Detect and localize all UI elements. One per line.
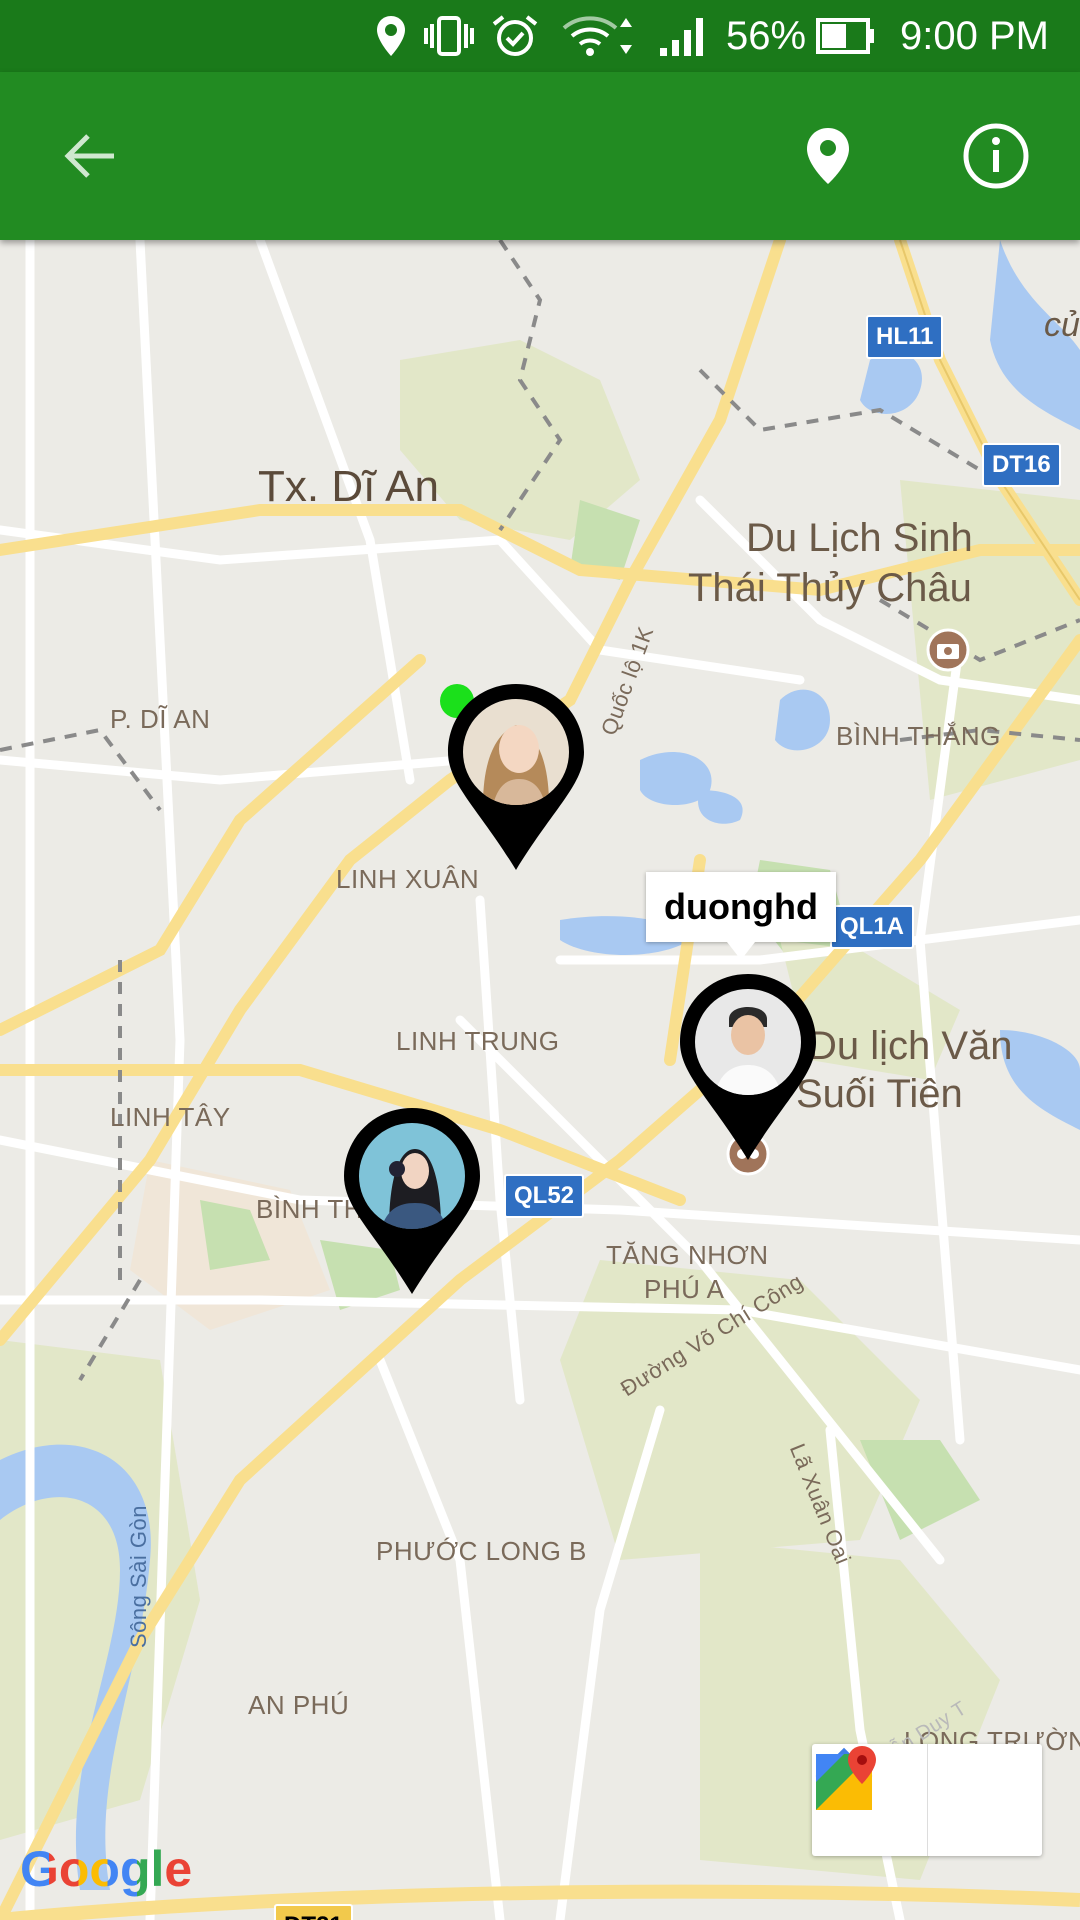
user-marker-1[interactable] (446, 682, 586, 872)
app-bar (0, 72, 1080, 240)
label-tang-nhon-2: PHÚ A (644, 1274, 725, 1304)
battery-icon (816, 18, 874, 54)
open-google-maps-button[interactable] (816, 1744, 1043, 1856)
marker-info-window[interactable]: duonghd (646, 872, 836, 960)
label-linh-trung: LINH TRUNG (396, 1026, 560, 1056)
map-view[interactable]: Tx. Dĩ An Du Lịch Sinh Thái Thủy Châu P.… (0, 240, 1080, 1920)
label-binh-thang: BÌNH THẮNG (836, 721, 1001, 751)
battery-percent: 56% (726, 14, 807, 58)
avatar (463, 699, 569, 805)
label-an-phu: AN PHÚ (248, 1690, 350, 1720)
wifi-icon (562, 16, 632, 56)
user-marker-2[interactable] (678, 972, 818, 1162)
google-wordmark: Google (20, 1841, 193, 1897)
shield-dt-bottom: DT21 (274, 1904, 353, 1920)
label-di-an: Tx. Dĩ An (258, 462, 439, 511)
label-du-lich-sinh-1: Du Lịch Sinh (746, 516, 973, 560)
label-tang-nhon-1: TĂNG NHƠN (606, 1240, 769, 1270)
alarm-icon (492, 15, 538, 56)
arrow-left-icon (64, 134, 114, 178)
label-du-lich-van-1: Du lịch Văn (808, 1024, 1013, 1068)
map-toolbar (812, 1744, 1042, 1856)
shield-ql1a: QL1A (830, 905, 915, 949)
camera-poi-icon (926, 628, 970, 672)
label-song-sai-gon: Sông Sài Gòn (126, 1505, 151, 1648)
google-maps-icon (816, 1746, 876, 1810)
label-cu: củ (1044, 306, 1080, 344)
clock: 9:00 PM (900, 14, 1049, 58)
location-icon (377, 16, 405, 56)
location-pin-icon (807, 128, 849, 184)
shield-dt16: DT16 (982, 443, 1061, 487)
vibrate-icon (424, 16, 474, 56)
google-logo: Google (20, 1840, 192, 1898)
avatar (695, 989, 801, 1095)
info-icon (963, 123, 1029, 189)
signal-icon (660, 18, 703, 56)
info-button[interactable] (941, 101, 1051, 211)
label-phuoc-long-b: PHƯỚC LONG B (376, 1536, 587, 1566)
label-du-lich-van-2: Suối Tiên (796, 1072, 963, 1116)
label-du-lich-sinh-2: Thái Thủy Châu (688, 566, 972, 610)
shield-ql52: QL52 (504, 1174, 585, 1218)
user-marker-3[interactable] (342, 1106, 482, 1296)
avatar (359, 1123, 465, 1229)
label-p-di-an: P. DĨ AN (110, 704, 211, 734)
back-button[interactable] (35, 101, 145, 211)
shield-hl11: HL11 (866, 315, 944, 359)
status-bar: 56% 9:00 PM (0, 0, 1080, 72)
label-linh-tay: LINH TÂY (110, 1102, 231, 1132)
my-location-button[interactable] (773, 101, 883, 211)
